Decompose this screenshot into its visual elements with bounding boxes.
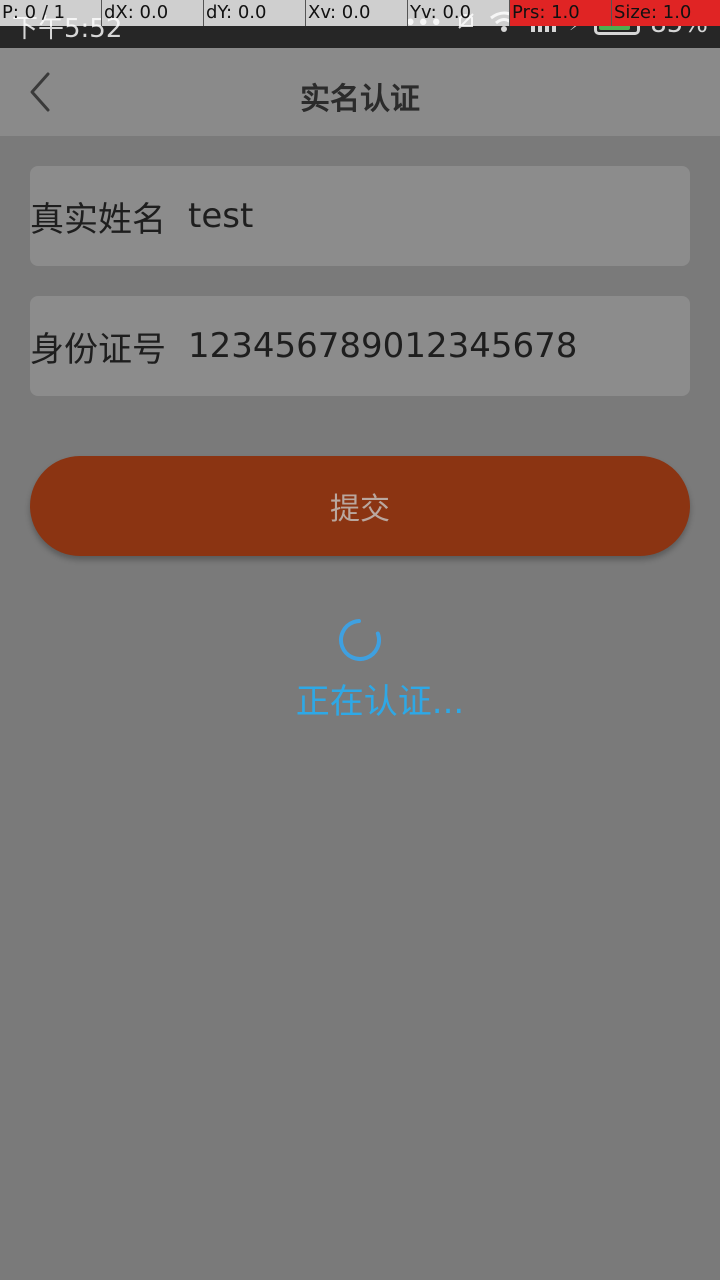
loading-spinner-icon [339,619,381,661]
debug-prs: Prs: 1.0 [510,0,612,26]
id-number-input[interactable] [188,326,648,366]
id-number-field[interactable]: 身份证号 [30,296,690,396]
id-number-label: 身份证号 [30,329,166,370]
page-title: 实名认证 [300,82,420,117]
submit-button[interactable]: 提交 [30,456,690,556]
loading-text: 正在认证... [295,682,465,722]
app-bar: 实名认证 [0,48,720,136]
debug-xv: Xv: 0.0 [306,0,408,26]
name-label: 真实姓名 [30,199,166,240]
pointer-debug-overlay: P: 0 / 1 dX: 0.0 dY: 0.0 Xv: 0.0 Yv: 0.0… [0,0,720,26]
name-field[interactable]: 真实姓名 [30,166,690,266]
debug-pointer: P: 0 / 1 [0,0,102,26]
name-input[interactable] [188,196,648,236]
debug-dx: dX: 0.0 [102,0,204,26]
debug-dy: dY: 0.0 [204,0,306,26]
debug-size: Size: 1.0 [612,0,720,26]
debug-yv: Yv: 0.0 [408,0,510,26]
